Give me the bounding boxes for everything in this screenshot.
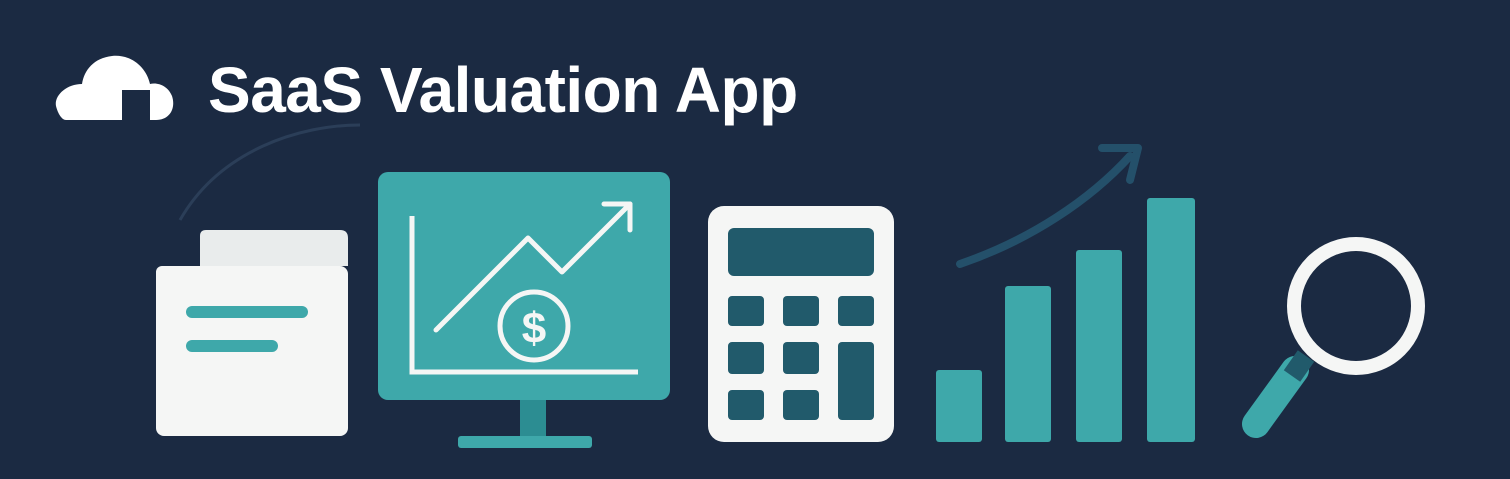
illustration-scene: $	[156, 123, 1425, 448]
dollar-coin-icon: $	[497, 289, 571, 363]
background-arc	[178, 123, 361, 221]
hero-banner: SaaS Valuation App $	[0, 0, 1510, 479]
dollar-sign: $	[522, 304, 546, 353]
bar-chart-growth-icon	[936, 144, 1195, 442]
monitor-growth-chart-icon: $	[378, 172, 670, 448]
magnifying-glass-icon	[1242, 237, 1425, 438]
document-icon	[156, 230, 348, 436]
calculator-icon	[708, 206, 894, 442]
